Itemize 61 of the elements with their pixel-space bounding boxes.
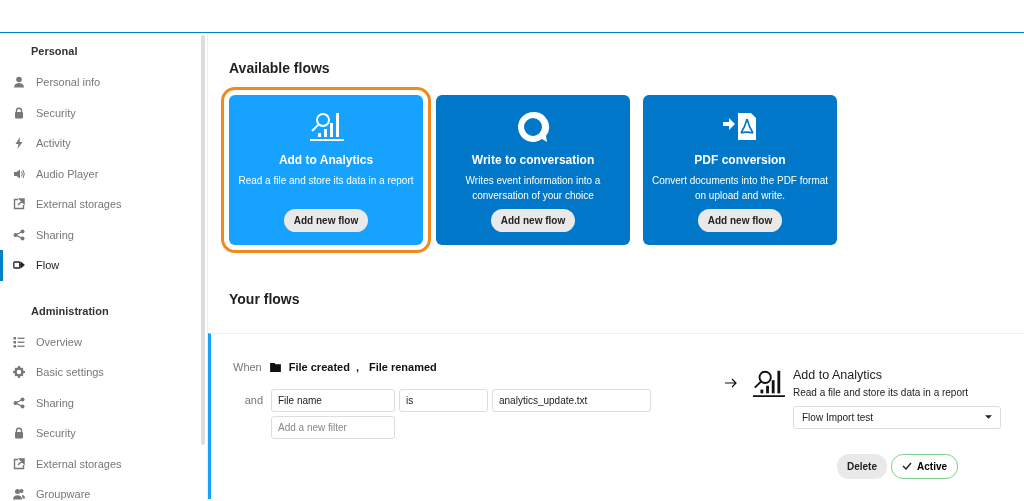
- check-icon: [902, 462, 912, 471]
- sidebar-item[interactable]: Security: [0, 418, 207, 449]
- add-flow-button[interactable]: Add new flow: [490, 208, 576, 232]
- scrollbar[interactable]: [201, 35, 205, 445]
- external-link-icon: [13, 457, 25, 470]
- flow-card[interactable]: PDF conversion Convert documents into the PDF format on upload and write. Add new flow: [643, 95, 837, 245]
- action-title: Add to Analytics: [793, 367, 883, 384]
- card-title: Write to conversation: [471, 152, 595, 169]
- action-description: Read a file and store its data in a report: [793, 385, 969, 400]
- trigger-label: File created: [288, 359, 350, 375]
- sidebar-item[interactable]: Personal info: [0, 67, 207, 98]
- settings-icon: [13, 366, 25, 379]
- sidebar-item[interactable]: External storages: [0, 189, 207, 220]
- bolt-icon: [13, 137, 25, 150]
- external-link-icon: [13, 198, 25, 211]
- sidebar-item[interactable]: External storages: [0, 448, 207, 479]
- users-icon: [13, 488, 25, 501]
- filter-field[interactable]: is: [399, 389, 488, 412]
- sidebar-item[interactable]: Sharing: [0, 219, 207, 250]
- section-title: Your flows: [229, 290, 301, 309]
- folder-icon: [269, 362, 281, 372]
- new-filter-field[interactable]: Add a new filter: [271, 416, 395, 439]
- sidebar-item[interactable]: Overview: [0, 326, 207, 357]
- flow-select[interactable]: Flow Import test: [793, 405, 1001, 429]
- section-heading: Administration: [30, 303, 110, 319]
- separator: ,: [355, 359, 359, 375]
- active-button[interactable]: Active: [891, 453, 959, 479]
- lock-icon: [13, 106, 25, 119]
- when-label: When: [233, 359, 262, 375]
- card-description: Convert documents into the PDF format on upload and write.: [651, 174, 829, 203]
- caret-icon: [985, 415, 992, 420]
- filter-field[interactable]: File name: [271, 389, 395, 412]
- add-flow-button[interactable]: Add new flow: [283, 208, 369, 232]
- flow-card[interactable]: Write to conversation Writes event information into a conversation of your choice Add new flow: [436, 95, 630, 245]
- lock-icon: [13, 427, 25, 440]
- sidebar-item[interactable]: Audio Player: [0, 158, 207, 189]
- arrow-icon: [725, 377, 737, 388]
- card-description: Read a file and store its data in a report: [238, 174, 414, 188]
- add-flow-button[interactable]: Add new flow: [697, 208, 783, 232]
- list-icon: [13, 335, 25, 348]
- speaker-icon: [13, 167, 25, 180]
- sidebar-item[interactable]: Groupware: [0, 479, 207, 501]
- section-title: Available flows: [229, 59, 331, 78]
- share-icon: [13, 396, 25, 409]
- flow-icon: [13, 259, 25, 272]
- trigger-label: File renamed: [368, 359, 437, 375]
- sidebar-item[interactable]: Security: [0, 97, 207, 128]
- filter-field[interactable]: analytics_update.txt: [492, 389, 651, 412]
- share-icon: [13, 228, 25, 241]
- and-label: and: [243, 393, 263, 409]
- chat-bubble-icon: [515, 109, 551, 143]
- card-title: Add to Analytics: [278, 152, 374, 169]
- user-icon: [13, 76, 25, 89]
- card-title: PDF conversion: [694, 152, 786, 169]
- section-heading: Personal: [30, 44, 79, 59]
- sidebar-item[interactable]: Flow: [0, 250, 207, 281]
- sidebar-item[interactable]: Activity: [0, 128, 207, 159]
- card-description: Writes event information into a conversation of your choice: [464, 174, 602, 203]
- sidebar-item[interactable]: Sharing: [0, 387, 207, 418]
- delete-button[interactable]: Delete: [837, 453, 887, 479]
- sidebar-item[interactable]: Basic settings: [0, 357, 207, 388]
